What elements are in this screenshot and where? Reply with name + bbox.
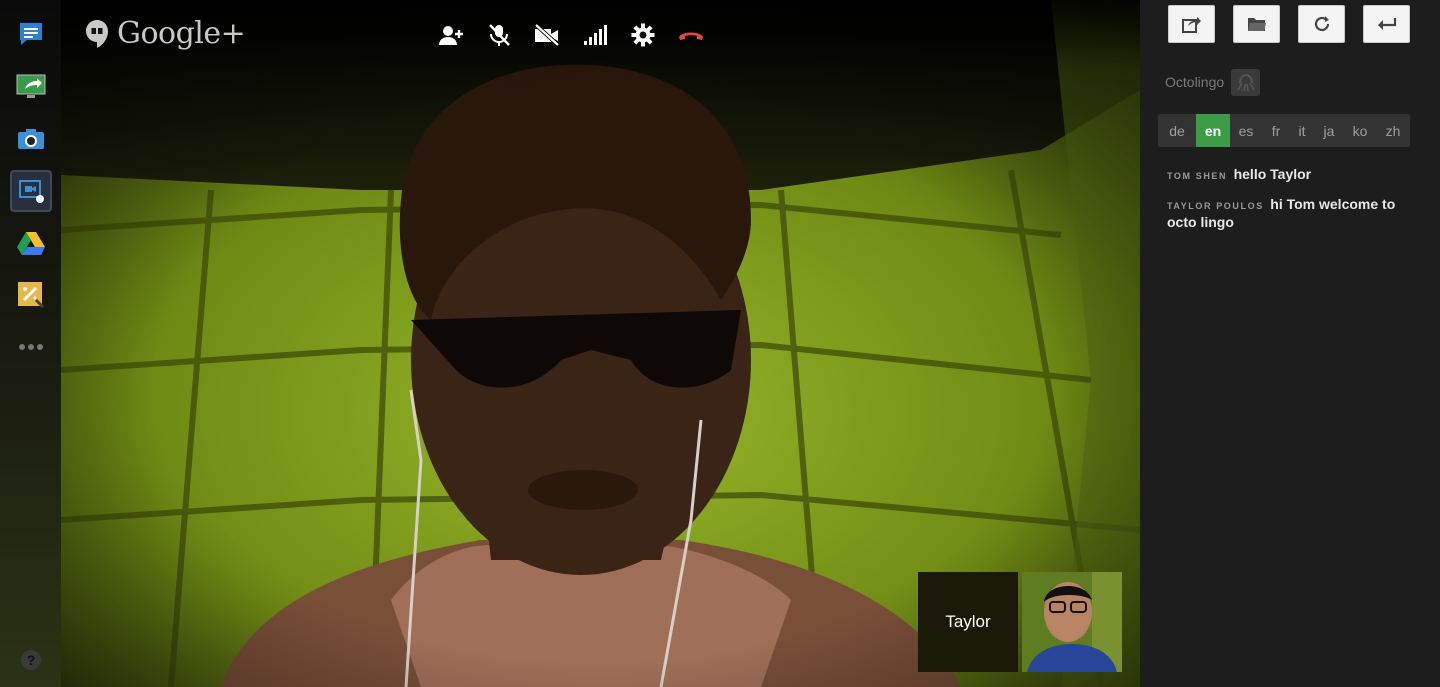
- lang-en[interactable]: en: [1196, 114, 1230, 147]
- mute-mic-icon[interactable]: [486, 22, 512, 48]
- share-icon[interactable]: [1168, 5, 1215, 43]
- participant-thumbnail[interactable]: [1022, 572, 1122, 672]
- message-author: Taylor Poulos: [1167, 201, 1264, 211]
- effects-icon[interactable]: [10, 274, 52, 316]
- lang-it[interactable]: it: [1290, 114, 1314, 147]
- hangouts-logo-icon: [86, 19, 108, 48]
- lang-zh[interactable]: zh: [1376, 114, 1410, 147]
- lang-ko[interactable]: ko: [1344, 114, 1376, 147]
- settings-icon[interactable]: [630, 22, 656, 48]
- chat-log: Tom Shen hello Taylor Taylor Poulos hi T…: [1167, 166, 1425, 243]
- camera-icon[interactable]: [10, 118, 52, 160]
- octolingo-logo-icon: [1231, 69, 1260, 96]
- app-rail: ?: [0, 0, 61, 687]
- hangup-icon[interactable]: [678, 22, 704, 48]
- brand: Google+: [85, 16, 246, 51]
- video-off-icon[interactable]: [534, 22, 560, 48]
- message-text: hello Taylor: [1233, 166, 1312, 182]
- app-title: Octolingo: [1165, 74, 1225, 90]
- back-icon[interactable]: [1363, 5, 1410, 43]
- folder-icon[interactable]: [1233, 5, 1280, 43]
- more-icon[interactable]: [10, 326, 52, 368]
- language-selector: de en es fr it ja ko zh: [1158, 114, 1410, 147]
- screenshare-icon[interactable]: [10, 66, 52, 108]
- drive-icon[interactable]: [10, 222, 52, 264]
- lang-es[interactable]: es: [1230, 114, 1262, 147]
- help-icon[interactable]: ?: [21, 650, 41, 670]
- main-video: Google+ Taylor: [61, 0, 1140, 687]
- top-control-bar: Google+: [61, 0, 1140, 70]
- app-panel: Octolingo de en es fr it ja ko zh Tom Sh…: [1140, 0, 1440, 687]
- lang-ja[interactable]: ja: [1314, 114, 1344, 147]
- participant-name-tile[interactable]: Taylor: [918, 572, 1018, 672]
- bandwidth-icon[interactable]: [582, 22, 608, 48]
- chat-message: Tom Shen hello Taylor: [1167, 166, 1425, 184]
- chat-icon[interactable]: [10, 13, 52, 55]
- brand-text: Google+: [117, 16, 246, 51]
- chat-message: Taylor Poulos hi Tom welcome to octo lin…: [1167, 196, 1425, 231]
- invite-icon[interactable]: [438, 22, 464, 48]
- refresh-icon[interactable]: [1298, 5, 1345, 43]
- lang-de[interactable]: de: [1158, 114, 1196, 147]
- message-author: Tom Shen: [1167, 171, 1228, 181]
- lang-fr[interactable]: fr: [1262, 114, 1290, 147]
- hangout-app-icon[interactable]: [10, 170, 52, 212]
